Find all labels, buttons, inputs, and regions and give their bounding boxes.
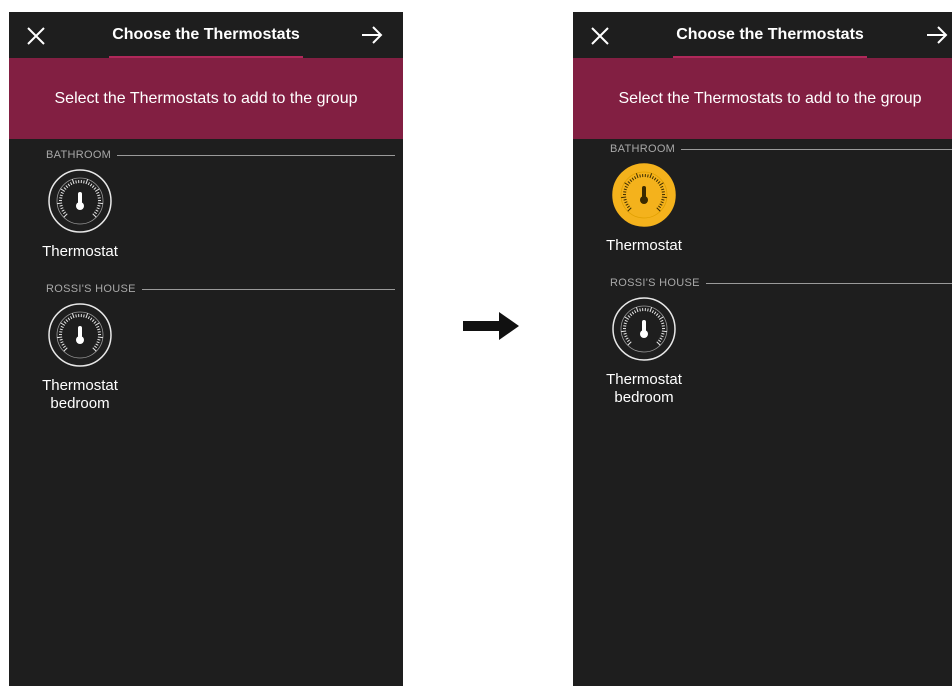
right-arrow-icon bbox=[463, 312, 519, 340]
device-thermostat-bedroom[interactable]: Thermostat bedroom bbox=[35, 302, 125, 413]
next-button[interactable] bbox=[361, 25, 383, 45]
device-label: Thermostat bbox=[42, 243, 118, 260]
page-title: Choose the Thermostats bbox=[112, 26, 300, 43]
screen-before: Choose the Thermostats Select the Thermo… bbox=[9, 12, 403, 686]
device-label: Thermostat bedroom bbox=[606, 371, 682, 406]
section-divider bbox=[681, 148, 952, 150]
top-bar: Choose the Thermostats bbox=[573, 12, 952, 58]
device-label: Thermostat bbox=[606, 237, 682, 254]
thermostat-icon bbox=[611, 162, 677, 228]
section-header-rossis-house: ROSSI'S HOUSE bbox=[46, 282, 395, 296]
next-button[interactable] bbox=[926, 25, 948, 45]
device-thermostat-bedroom[interactable]: Thermostat bedroom bbox=[599, 296, 689, 407]
device-thermostat[interactable]: Thermostat bbox=[599, 162, 689, 255]
arrow-right-icon bbox=[362, 26, 383, 44]
instruction-banner: Select the Thermostats to add to the gro… bbox=[9, 58, 403, 139]
section-label: BATHROOM bbox=[46, 149, 112, 161]
section-divider bbox=[141, 288, 395, 290]
device-thermostat[interactable]: Thermostat bbox=[35, 168, 125, 261]
section-label: BATHROOM bbox=[610, 143, 676, 155]
section-label: ROSSI'S HOUSE bbox=[46, 283, 136, 295]
thermostat-icon bbox=[47, 302, 113, 368]
section-divider bbox=[117, 154, 395, 156]
instruction-banner: Select the Thermostats to add to the gro… bbox=[573, 58, 952, 139]
thermostat-icon bbox=[47, 168, 113, 234]
arrow-right-icon bbox=[927, 26, 948, 44]
thermostat-icon bbox=[611, 296, 677, 362]
screen-after: Choose the Thermostats Select the Thermo… bbox=[573, 12, 952, 686]
device-label: Thermostat bedroom bbox=[42, 377, 118, 412]
section-header-bathroom: BATHROOM bbox=[46, 148, 395, 162]
section-divider bbox=[705, 282, 952, 284]
top-bar: Choose the Thermostats bbox=[9, 12, 403, 58]
section-header-bathroom: BATHROOM bbox=[610, 142, 952, 156]
section-label: ROSSI'S HOUSE bbox=[610, 277, 700, 289]
section-header-rossis-house: ROSSI'S HOUSE bbox=[610, 276, 952, 290]
page-title: Choose the Thermostats bbox=[676, 26, 864, 43]
